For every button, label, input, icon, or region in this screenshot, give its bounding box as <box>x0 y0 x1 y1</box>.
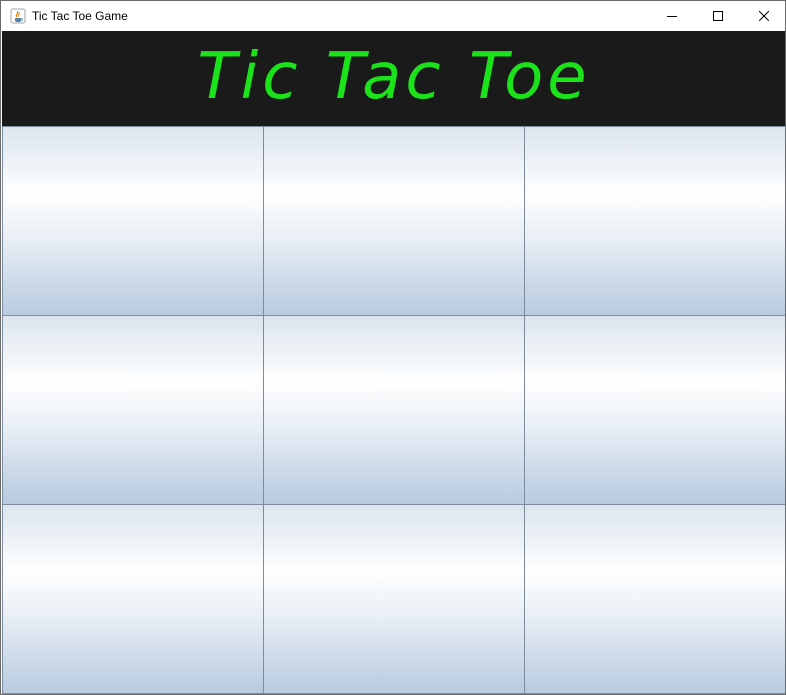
board-cell-3[interactable] <box>524 126 785 316</box>
board-cell-6[interactable] <box>524 315 785 505</box>
game-board <box>2 126 785 694</box>
board-cell-1[interactable] <box>2 126 264 316</box>
game-header: Tic Tac Toe <box>2 31 785 126</box>
maximize-icon <box>713 11 723 21</box>
game-title: Tic Tac Toe <box>197 40 591 114</box>
title-bar[interactable]: Tic Tac Toe Game <box>1 1 785 31</box>
java-coffee-cup-icon <box>10 8 26 24</box>
minimize-button[interactable] <box>649 1 695 31</box>
board-cell-7[interactable] <box>2 504 264 694</box>
minimize-icon <box>667 16 677 17</box>
board-cell-8[interactable] <box>263 504 525 694</box>
board-cell-9[interactable] <box>524 504 785 694</box>
close-icon <box>759 11 769 21</box>
app-window: Tic Tac Toe Game Tic Tac Toe <box>0 0 786 695</box>
board-cell-2[interactable] <box>263 126 525 316</box>
close-button[interactable] <box>741 1 785 31</box>
board-cell-5[interactable] <box>263 315 525 505</box>
window-title: Tic Tac Toe Game <box>32 9 128 23</box>
board-cell-4[interactable] <box>2 315 264 505</box>
maximize-button[interactable] <box>695 1 741 31</box>
